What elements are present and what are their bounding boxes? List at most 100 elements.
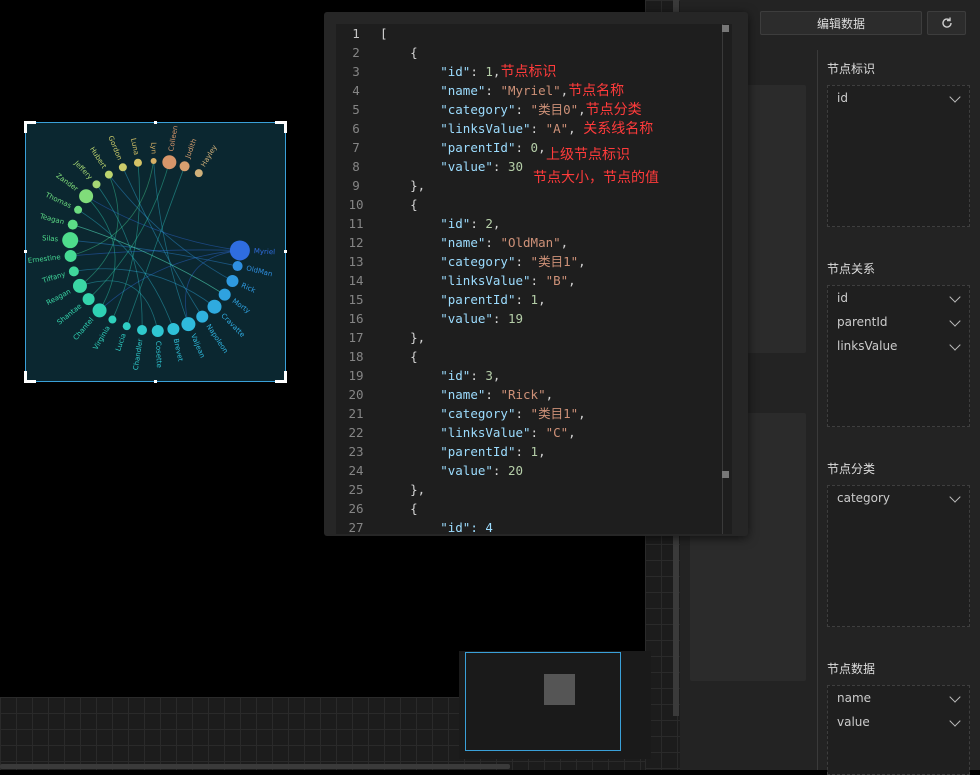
relation-dropzone[interactable]: id parentId linksValue [827,285,970,427]
line-number: 10 [348,197,364,212]
minimap[interactable] [459,651,651,759]
resize-handle-right[interactable] [284,250,287,253]
field-label: parentId [837,315,888,329]
code-token: 2 [485,216,493,231]
code-line[interactable]: "name": "Myriel",节点名称 [380,81,720,100]
code-line[interactable]: "value": 19 [380,309,720,328]
graph-node[interactable] [162,155,177,170]
resize-handle-top[interactable] [154,121,157,124]
resize-handle-tr[interactable] [275,121,287,133]
graph-node[interactable] [229,240,250,261]
resize-handle-bl[interactable] [24,371,36,383]
chevron-down-icon[interactable] [949,715,961,727]
graph-node[interactable] [79,189,94,204]
line-number: 18 [348,349,364,364]
graph-node[interactable] [150,158,157,165]
code-line[interactable]: "parentId": 1, [380,290,720,309]
json-editor-dialog: 1 2 3 4 5 6 7 8 9 10 11 12 13 14 15 16 17 18 19 20 21 22 23 24 2… [324,12,748,536]
code-line[interactable]: "linksValue": "A", 关系线名称 [380,119,720,138]
chevron-down-icon[interactable] [949,291,961,303]
graph-node[interactable] [74,205,83,214]
code-line[interactable]: "parentId": 1, [380,442,720,461]
code-line[interactable]: { [380,347,720,366]
code-line[interactable]: }, [380,480,720,499]
code-line[interactable]: "category": "类目0",节点分类 [380,100,720,119]
chevron-down-icon[interactable] [949,491,961,503]
code-token: : [515,140,531,155]
chevron-down-icon[interactable] [949,339,961,351]
code-line[interactable]: { [380,499,720,518]
code-line[interactable]: "name": "OldMan", [380,233,720,252]
graph-node[interactable] [67,219,78,230]
code-token: : [515,406,531,421]
graph-node[interactable] [82,293,95,306]
code-line[interactable]: { [380,195,720,214]
graph-node[interactable] [133,158,142,167]
code-line[interactable]: { [380,43,720,62]
code-line[interactable]: "value": 20 [380,461,720,480]
graph-node-label: Cravatte [219,312,246,339]
resize-handle-bottom[interactable] [154,380,157,383]
code-line[interactable]: "id": 3, [380,366,720,385]
code-content[interactable]: [ { "id": 1,节点标识 "name": "Myriel",节点名称 "… [380,24,720,534]
graph-node[interactable] [68,266,79,277]
graph-node[interactable] [232,261,243,272]
code-token: : [470,216,486,231]
graph-node[interactable] [64,249,77,262]
category-dropzone[interactable]: category [827,485,970,627]
graph-node[interactable] [108,315,117,324]
field-item-name[interactable]: name [828,686,969,710]
code-line[interactable]: "linksValue": "C", [380,423,720,442]
code-line[interactable]: "id": 4 [380,518,720,534]
code-line[interactable]: }, [380,328,720,347]
graph-node[interactable] [118,163,127,172]
graph-node[interactable] [151,324,164,337]
node-id-dropzone[interactable]: id [827,85,970,227]
field-item-parentId[interactable]: parentId [828,310,969,334]
graph-node[interactable] [104,170,113,179]
chevron-down-icon[interactable] [949,315,961,327]
field-item-id[interactable]: id [828,86,969,110]
graph-node[interactable] [72,278,87,293]
resize-handle-br[interactable] [275,371,287,383]
refresh-button[interactable] [927,11,966,35]
chevron-down-icon[interactable] [949,91,961,103]
graph-node[interactable] [92,303,107,318]
line-number: 8 [352,159,360,174]
graph-node[interactable] [194,169,203,178]
code-line[interactable]: "category": "类目1", [380,252,720,271]
graph-node[interactable] [167,322,180,335]
field-item-value[interactable]: value [828,710,969,734]
code-line[interactable]: "id": 1,节点标识 [380,62,720,81]
code-line[interactable]: "linksValue": "B", [380,271,720,290]
field-label: value [837,715,870,729]
graph-node[interactable] [137,325,148,336]
graph-node[interactable] [62,232,79,249]
code-editor[interactable]: 1 2 3 4 5 6 7 8 9 10 11 12 13 14 15 16 17 18 19 20 21 22 23 24 2… [336,24,732,534]
code-line[interactable]: [ [380,24,720,43]
edit-data-button[interactable]: 编辑数据 [760,11,922,35]
line-number: 20 [348,387,364,402]
field-item-linksValue[interactable]: linksValue [828,334,969,358]
code-line[interactable]: "name": "Rick", [380,385,720,404]
graph-node[interactable] [92,180,101,189]
code-line[interactable]: "id": 2, [380,214,720,233]
field-item-category[interactable]: category [828,486,969,510]
field-item-id[interactable]: id [828,286,969,310]
graph-node[interactable] [218,288,231,301]
graph-node[interactable] [122,322,131,331]
graph-node[interactable] [207,299,222,314]
minimap-viewport[interactable] [465,652,621,751]
graph-node[interactable] [226,274,239,287]
resize-handle-tl[interactable] [24,121,36,133]
chevron-down-icon[interactable] [949,691,961,703]
graph-node[interactable] [196,310,209,323]
graph-node[interactable] [179,161,190,172]
horizontal-scrollbar[interactable] [0,764,510,769]
code-token: : [530,273,546,288]
graph-node[interactable] [181,317,196,332]
resize-handle-left[interactable] [24,250,27,253]
chart-widget[interactable]: Myriel OldMan Rick Morty Cravatte Napoleon Val… [24,121,287,383]
node-data-dropzone[interactable]: name value [827,685,970,775]
code-line[interactable]: "category": "类目1", [380,404,720,423]
